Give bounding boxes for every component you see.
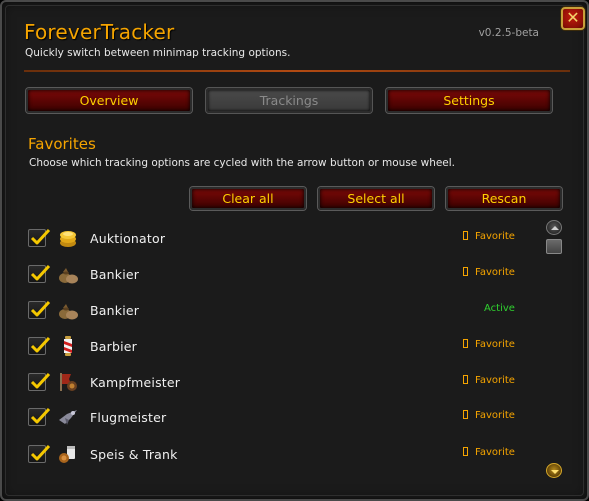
scrollbar-thumb[interactable]: [546, 239, 562, 254]
favorite-status[interactable]: Favorite: [463, 375, 515, 386]
favorite-checkbox[interactable]: [28, 300, 51, 319]
scroll-down-button[interactable]: [546, 463, 562, 478]
money-bag-icon: [57, 299, 79, 321]
rescan-button[interactable]: Rescan: [446, 187, 562, 210]
list-item: Kampfmeister Favorite: [26, 368, 526, 396]
tracking-name: Auktionator: [90, 231, 166, 246]
battle-banner-icon: [57, 371, 79, 393]
checkmark-icon: [30, 407, 51, 424]
clear-all-button[interactable]: Clear all: [190, 187, 306, 210]
favorites-description: Choose which tracking options are cycled…: [29, 157, 456, 169]
favorite-checkbox[interactable]: [28, 372, 51, 391]
favorite-checkbox[interactable]: [28, 444, 51, 463]
tracking-name: Barbier: [90, 339, 138, 354]
money-bag-icon: [57, 263, 79, 285]
arrow-down-icon: [551, 470, 559, 474]
tracking-name: Kampfmeister: [90, 375, 181, 390]
tracking-name: Speis & Trank: [90, 447, 178, 462]
list-item: Bankier Active: [26, 296, 526, 324]
close-button[interactable]: ✕: [561, 7, 585, 30]
favorite-status[interactable]: Favorite: [463, 267, 515, 278]
window-subtitle: Quickly switch between minimap tracking …: [25, 47, 291, 59]
addon-window: ForeverTracker Quickly switch between mi…: [0, 0, 589, 501]
favorite-status[interactable]: Favorite: [463, 447, 515, 458]
checkmark-icon: [30, 336, 51, 353]
checkmark-icon: [30, 228, 51, 245]
tracking-name: Bankier: [90, 303, 140, 318]
favorite-checkbox[interactable]: [28, 336, 51, 355]
arrow-up-icon: [551, 226, 559, 230]
checkmark-icon: [30, 300, 51, 317]
coins-icon: [57, 227, 79, 249]
close-icon: ✕: [566, 8, 580, 27]
list-item: Bankier Favorite: [26, 260, 526, 288]
favorite-checkbox[interactable]: [28, 228, 51, 247]
favorite-checkbox[interactable]: [28, 264, 51, 283]
checkmark-icon: [30, 372, 51, 389]
tab-trackings[interactable]: Trackings: [206, 88, 372, 113]
flight-master-icon: [57, 406, 79, 428]
version-label: v0.2.5-beta: [478, 27, 539, 39]
tab-settings[interactable]: Settings: [386, 88, 552, 113]
list-item: Auktionator Favorite: [26, 224, 526, 252]
favorite-checkbox[interactable]: [28, 407, 51, 426]
header-divider: [24, 70, 570, 72]
tracking-name: Bankier: [90, 267, 140, 282]
barber-pole-icon: [57, 335, 79, 357]
checkmark-icon: [30, 264, 51, 281]
scroll-up-button[interactable]: [546, 220, 562, 235]
favorite-status[interactable]: Favorite: [463, 410, 515, 421]
favorite-status[interactable]: Favorite: [463, 339, 515, 350]
checkmark-icon: [30, 444, 51, 461]
tracking-name: Flugmeister: [90, 410, 167, 425]
window-title: ForeverTracker: [24, 20, 175, 44]
favorites-title: Favorites: [28, 135, 96, 153]
select-all-button[interactable]: Select all: [318, 187, 434, 210]
tab-overview[interactable]: Overview: [26, 88, 192, 113]
list-item: Barbier Favorite: [26, 332, 526, 360]
favorite-status[interactable]: Favorite: [463, 231, 515, 242]
list-item: Flugmeister Favorite: [26, 403, 526, 431]
list-item: Speis & Trank Favorite: [26, 440, 526, 468]
food-drink-icon: [57, 443, 79, 465]
active-status: Active: [484, 303, 515, 314]
